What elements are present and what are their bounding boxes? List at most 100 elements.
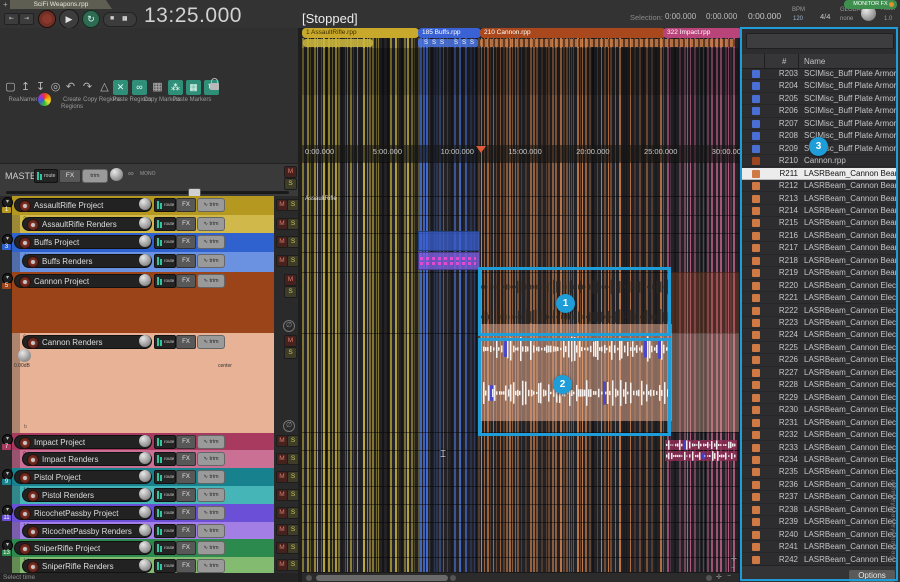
region-color-swatch[interactable] (752, 493, 760, 501)
region-name[interactable]: LASRBeam_Cannon Beam-Reloa (804, 242, 896, 253)
scroll-left-button[interactable] (306, 575, 312, 581)
lock-icon[interactable] (210, 83, 219, 90)
arrange-view[interactable]: 1 AssaultRifle.rpp185 Buffs.rpp210 Canno… (302, 28, 740, 582)
track-name-pill[interactable]: Buffs Renders (22, 254, 152, 268)
region-color-swatch[interactable] (752, 381, 760, 389)
docker-tab-label[interactable]: Region/Marker Manager (890, 479, 897, 560)
track-name-pill[interactable]: SniperRifle Project (14, 541, 152, 555)
link-icon[interactable]: ∞ (132, 80, 147, 95)
region-row[interactable]: R230LASRBeam_Cannon Electricity Be (742, 404, 898, 416)
region-name[interactable]: LASRBeam_Cannon Beam-Reload (804, 168, 896, 179)
phase-button[interactable]: ∅ (283, 420, 295, 432)
master-mute-button[interactable]: M (284, 166, 297, 178)
track-trim-button[interactable]: ∿ trim (197, 541, 225, 555)
track-name-pill[interactable]: RicochetPassby Renders (22, 524, 152, 538)
region-color-swatch[interactable] (752, 207, 760, 215)
region-name[interactable]: LASRBeam_Cannon Electricity Be (804, 329, 896, 340)
track-name-pill[interactable]: AssaultRifle Project (14, 198, 152, 212)
region-color-swatch[interactable] (752, 170, 760, 178)
region-name[interactable]: LASRBeam_Cannon Beam-Reloa (804, 180, 896, 191)
region-row[interactable]: R238LASRBeam_Cannon Electricity Be (742, 504, 898, 516)
record-arm-button[interactable] (19, 472, 31, 484)
envelope-volume-knob[interactable] (18, 349, 31, 362)
region-color-swatch[interactable] (752, 294, 760, 302)
project-tab[interactable]: SciFi Weapons.rpp (10, 0, 112, 9)
track-trim-button[interactable]: ∿ trim (197, 235, 225, 249)
region-color-swatch[interactable] (752, 456, 760, 464)
track-name-pill[interactable]: RicochetPassby Project (14, 506, 152, 520)
record-arm-button[interactable] (27, 256, 39, 268)
region-row[interactable]: R210Cannon.rpp (742, 155, 898, 167)
master-pan-knob[interactable] (110, 168, 123, 181)
horizontal-scrollbar[interactable]: ✛− (302, 572, 739, 582)
region-color-swatch[interactable] (752, 232, 760, 240)
undo-icon[interactable]: ↶ (63, 80, 78, 95)
track-name-pill[interactable]: AssaultRifle Renders (22, 217, 152, 231)
track-fx-button[interactable]: FX (176, 235, 196, 249)
play-button[interactable]: ▶ (59, 9, 79, 29)
track-trim-button[interactable]: ∿ trim (197, 452, 225, 466)
region-filter-input[interactable] (746, 33, 894, 49)
save-project-icon[interactable]: ↥ (18, 80, 33, 95)
record-arm-button[interactable] (27, 454, 39, 466)
region-color-swatch[interactable] (752, 82, 760, 90)
track-trim-button[interactable]: ∿ trim (197, 335, 225, 349)
options-button[interactable]: Options (848, 569, 896, 582)
record-arm-button[interactable] (27, 561, 39, 573)
track-route-button[interactable]: route (154, 435, 176, 449)
track-pan-knob[interactable] (139, 541, 151, 553)
sub-region-yellow[interactable] (303, 39, 373, 47)
track-route-button[interactable]: route (154, 470, 176, 484)
buffs-render-item[interactable] (418, 252, 480, 270)
region-row[interactable]: R225LASRBeam_Cannon Electricity Be (742, 342, 898, 354)
record-arm-button[interactable] (19, 200, 31, 212)
track-mute-button[interactable]: M (284, 335, 297, 347)
track-fx-button[interactable]: FX (176, 274, 196, 288)
region-row[interactable]: R233LASRBeam_Cannon Electricity Be (742, 442, 898, 454)
region-name[interactable]: LASRBeam_Cannon Electricity Be (804, 305, 896, 316)
region-name[interactable]: LASRBeam_Cannon Electricity Be (804, 516, 896, 527)
track-fx-button[interactable]: FX (176, 435, 196, 449)
region-name[interactable]: LASRBeam_Cannon Electricity Be (804, 404, 896, 415)
region-color-swatch[interactable] (752, 344, 760, 352)
track-trim-button[interactable]: ∿ trim (197, 488, 225, 502)
track-pan-knob[interactable] (139, 435, 151, 447)
track-trim-button[interactable]: ∿ trim (197, 524, 225, 538)
track-fx-button[interactable]: FX (176, 452, 196, 466)
region-color-swatch[interactable] (752, 468, 760, 476)
track-trim-button[interactable]: ∿ trim (197, 198, 225, 212)
track-trim-button[interactable]: ∿ trim (197, 435, 225, 449)
track-pan-knob[interactable] (139, 235, 151, 247)
region-row[interactable]: R234LASRBeam_Cannon Electricity Be (742, 454, 898, 466)
track-pan-knob[interactable] (139, 470, 151, 482)
track-fx-button[interactable]: FX (176, 470, 196, 484)
region-row[interactable]: R231LASRBeam_Cannon Electricity Be (742, 417, 898, 429)
region-row[interactable]: R204SCIMisc_Buff Plate Armor-Deacti (742, 80, 898, 92)
track-fx-button[interactable]: FX (176, 335, 196, 349)
track-pan-knob[interactable] (139, 488, 151, 500)
track-name-pill[interactable]: Pistol Project (14, 470, 152, 484)
go-to-end-button[interactable]: ⇥ (19, 13, 34, 25)
region-row[interactable]: R205SCIMisc_Buff Plate Armor-Deacti (742, 93, 898, 105)
track-pan-knob[interactable] (139, 274, 151, 286)
region-color-swatch[interactable] (752, 406, 760, 414)
track-fx-button[interactable]: FX (176, 254, 196, 268)
region-name[interactable]: LASRBeam_Cannon Beam-Reloa (804, 193, 896, 204)
region-name[interactable]: LASRBeam_Cannon Beam-Reloa (804, 267, 896, 278)
region-name[interactable]: LASRBeam_Cannon Electricity Be (804, 504, 896, 515)
track-pan-knob[interactable] (139, 217, 151, 229)
track-pan-knob[interactable] (139, 506, 151, 518)
region-name[interactable]: LASRBeam_Cannon Electricity Be (804, 417, 896, 428)
track-pan-knob[interactable] (139, 254, 151, 266)
region-name[interactable]: SCIMisc_Buff Plate Armor-Deacti (804, 93, 896, 104)
buffs-item[interactable] (418, 231, 480, 251)
track-trim-button[interactable]: ∿ trim (197, 470, 225, 484)
track-route-button[interactable]: route (154, 235, 176, 249)
record-arm-button[interactable] (19, 276, 31, 288)
track-fx-button[interactable]: FX (176, 198, 196, 212)
region-color-swatch[interactable] (752, 269, 760, 277)
region-row[interactable]: R240LASRBeam_Cannon Electricity Be (742, 529, 898, 541)
record-arm-button[interactable] (19, 237, 31, 249)
region-name[interactable]: LASRBeam_Cannon Electricity Be (804, 392, 896, 403)
selection-end-value[interactable]: 0:00.000 (706, 12, 737, 21)
